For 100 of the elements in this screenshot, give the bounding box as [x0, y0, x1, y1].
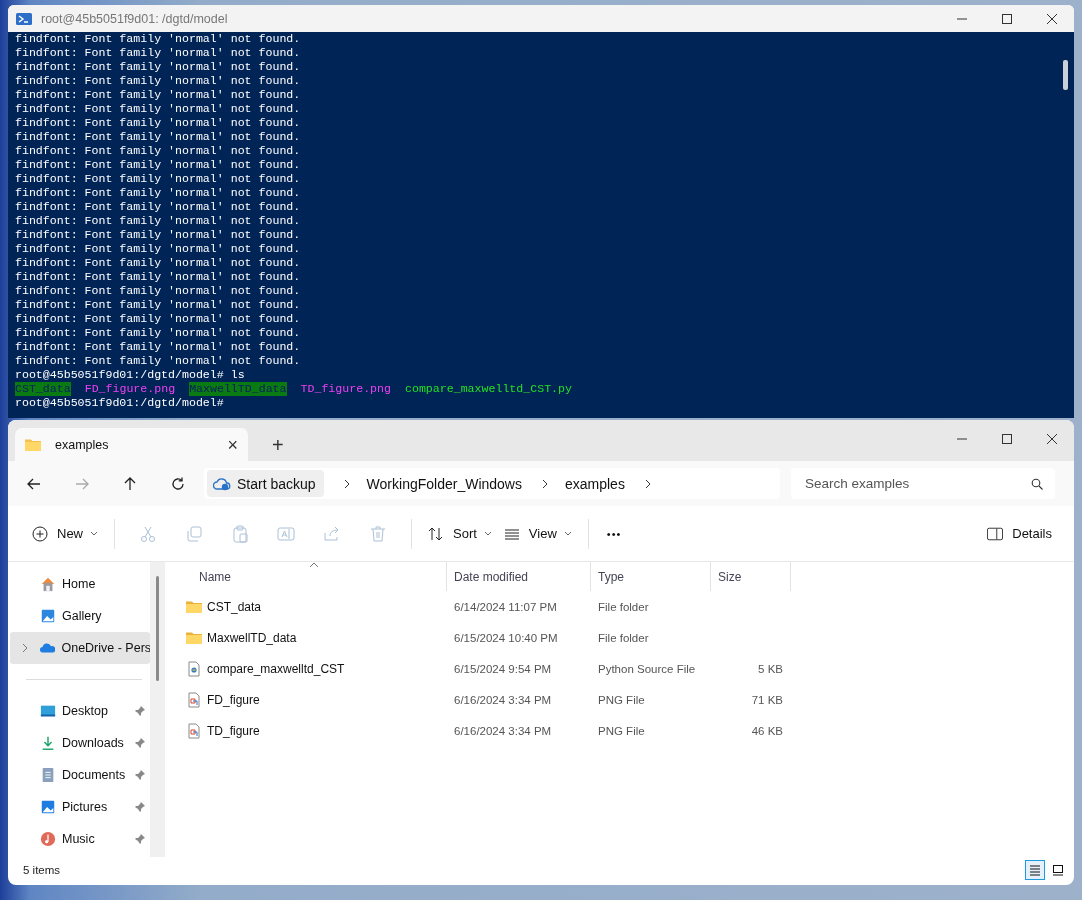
- terminal-line: findfont: Font family 'normal' not found.: [15, 298, 302, 312]
- file-name[interactable]: MaxwellTD_data: [207, 630, 297, 645]
- file-listing-entry: CST_data: [15, 382, 71, 396]
- breadcrumb-item[interactable]: WorkingFolder_Windows: [366, 475, 522, 492]
- column-header[interactable]: Type: [591, 562, 711, 591]
- chevron-down-icon: [563, 531, 572, 536]
- date-modified-cell-text: 6/16/2024 3:34 PM: [453, 724, 553, 737]
- terminal-line: findfont: Font family 'normal' not found.: [15, 172, 302, 186]
- terminal-line: findfont: Font family 'normal' not found.: [15, 102, 302, 116]
- tab-label: examples: [55, 437, 109, 452]
- sidebar-item[interactable]: Desktop: [10, 695, 150, 727]
- terminal-line: findfont: Font family 'normal' not found.: [15, 88, 302, 102]
- sidebar-item[interactable]: Home: [10, 568, 150, 600]
- music-note-icon: [40, 831, 56, 847]
- terminal-line: findfont: Font family 'normal' not found.: [15, 46, 302, 60]
- scrollbar-thumb[interactable]: [156, 576, 159, 681]
- tab-close-button[interactable]: ×: [217, 435, 248, 454]
- scrollbar-thumb[interactable]: [1063, 60, 1068, 90]
- sidebar-item[interactable]: OneDrive - Pers: [10, 632, 150, 664]
- sort-arrows-icon: [428, 525, 444, 542]
- sidebar-item[interactable]: Pictures: [10, 791, 150, 823]
- terminal-line: findfont: Font family 'normal' not found.: [15, 186, 302, 200]
- terminal-line: findfont: Font family 'normal' not found.: [15, 256, 302, 270]
- new-button[interactable]: New: [26, 521, 104, 546]
- image-icon: [40, 799, 56, 815]
- image-icon: [40, 608, 56, 624]
- file-size-cell: 71 KB: [751, 693, 783, 706]
- chevron-down-icon: [90, 531, 98, 536]
- up-arrow-icon[interactable]: [122, 475, 138, 492]
- view-button[interactable]: View: [497, 521, 578, 546]
- pin-icon: [134, 705, 146, 717]
- close-icon[interactable]: [1047, 433, 1057, 444]
- start-backup-button[interactable]: Start backup: [207, 470, 324, 497]
- column-header[interactable]: Name: [172, 562, 447, 591]
- terminal-line: findfont: Font family 'normal' not found.: [15, 60, 302, 74]
- sidebar-item[interactable]: Music: [10, 823, 150, 855]
- download-arrow-icon: [40, 735, 56, 751]
- cloud-upload-icon: [213, 476, 231, 491]
- file-name[interactable]: FD_figure: [207, 692, 260, 707]
- folder-icon: [25, 438, 41, 451]
- file-name[interactable]: TD_figure: [207, 723, 260, 738]
- file-type-cell-text: PNG File: [597, 724, 646, 737]
- terminal-line: findfont: Font family 'normal' not found.: [15, 228, 302, 242]
- column-header[interactable]: Date modified: [447, 562, 591, 591]
- terminal-line: findfont: Font family 'normal' not found.: [15, 116, 302, 130]
- more-options-button[interactable]: •••: [600, 523, 628, 544]
- sidebar-item[interactable]: Downloads: [10, 727, 150, 759]
- terminal-line: findfont: Font family 'normal' not found.: [15, 200, 302, 214]
- pin-icon: [134, 769, 146, 781]
- file-size-cell: 5 KB: [758, 662, 783, 675]
- search-icon: [1031, 478, 1043, 490]
- monitor-icon: [40, 703, 56, 719]
- details-pane-button[interactable]: Details: [981, 521, 1058, 546]
- terminal-line: findfont: Font family 'normal' not found.: [15, 130, 302, 144]
- date-modified-cell-text: 6/15/2024 10:40 PM: [453, 631, 559, 644]
- maximize-icon[interactable]: [1002, 433, 1012, 444]
- side-panel-icon: [987, 525, 1004, 542]
- home-icon: [40, 576, 56, 592]
- refresh-icon[interactable]: [170, 475, 186, 492]
- terminal-icon: [16, 12, 32, 25]
- file-name[interactable]: CST_data: [207, 599, 262, 614]
- terminal-line: findfont: Font family 'normal' not found.: [15, 326, 302, 340]
- file-listing-entry: compare_maxwelltd_CST.py: [405, 382, 572, 396]
- terminal-line: findfont: Font family 'normal' not found.: [15, 270, 302, 284]
- date-modified-cell-text: 6/16/2024 3:34 PM: [453, 693, 553, 706]
- file-listing-entry: FD_figure.png: [84, 382, 176, 396]
- sidebar-item[interactable]: Documents: [10, 759, 150, 791]
- terminal-line: findfont: Font family 'normal' not found.: [15, 74, 302, 88]
- file-name[interactable]: compare_maxwelltd_CST: [207, 661, 345, 676]
- new-tab-button[interactable]: +: [272, 435, 284, 455]
- search-field[interactable]: Search examples: [791, 468, 1055, 499]
- terminal-line: findfont: Font family 'normal' not found.: [15, 32, 302, 46]
- breadcrumb-item[interactable]: examples: [564, 475, 625, 492]
- document-icon: [40, 767, 56, 783]
- file-type-cell-text: File folder: [597, 631, 650, 644]
- chevron-right-icon: [343, 478, 350, 489]
- date-modified-cell-text: 6/15/2024 9:54 PM: [453, 662, 553, 675]
- sort-button[interactable]: Sort: [422, 521, 498, 546]
- terminal-prompt: root@45b5051f9d01:/dgtd/model#: [15, 396, 225, 410]
- maximize-icon[interactable]: [1002, 13, 1012, 24]
- pin-icon: [134, 737, 146, 749]
- chevron-down-icon: [483, 531, 492, 536]
- terminal-line: findfont: Font family 'normal' not found.: [15, 214, 302, 228]
- terminal-line: root@45b5051f9d01:/dgtd/model# ls: [15, 368, 246, 382]
- chevron-right-icon[interactable]: [644, 478, 651, 489]
- address-bar[interactable]: Start backup WorkingFolder_Windows examples: [204, 468, 780, 499]
- folder-tab[interactable]: examples ×: [15, 428, 248, 461]
- column-header[interactable]: Size: [711, 562, 791, 591]
- tile-icon: [1052, 864, 1064, 876]
- file-type-cell-text: Python Source File: [597, 662, 697, 675]
- date-modified-cell-text: 6/14/2024 11:07 PM: [453, 600, 558, 613]
- sidebar-item[interactable]: Gallery: [10, 600, 150, 632]
- terminal-line: findfont: Font family 'normal' not found.: [15, 312, 302, 326]
- terminal-line: findfont: Font family 'normal' not found.: [15, 284, 302, 298]
- file-listing-entry: MaxwellTD_data: [189, 382, 287, 396]
- file-size-cell: 46 KB: [751, 724, 783, 737]
- window-title: root@45b5051f9d01: /dgtd/model: [41, 11, 228, 26]
- close-icon[interactable]: [1047, 13, 1057, 24]
- plus-circle-icon: [32, 525, 48, 542]
- pin-icon: [134, 833, 146, 845]
